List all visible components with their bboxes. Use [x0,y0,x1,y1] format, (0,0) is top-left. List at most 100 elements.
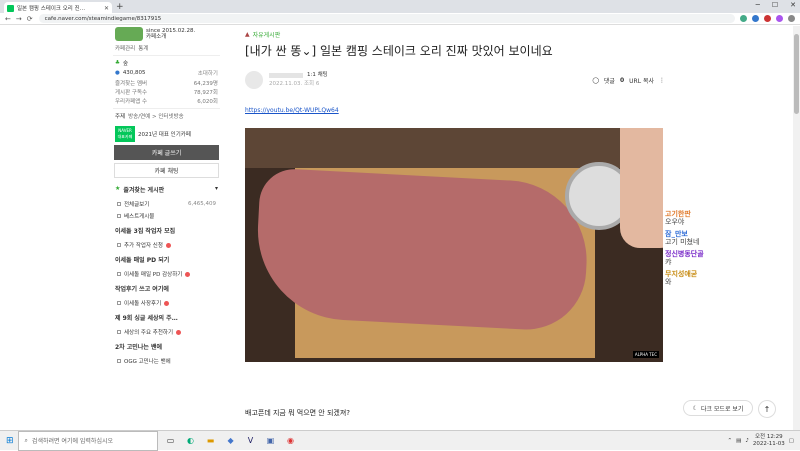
post-actions: ◯ 댓글 0 URL 복사 ⋮ [592,76,665,85]
board-label: 이세돌 사장후기 [124,301,162,307]
board-label: OGG 고민나는 밴에 [124,359,171,365]
minimize-icon[interactable]: ─ [756,1,760,9]
maximize-icon[interactable]: ☐ [772,1,778,9]
chat-message: 캬 [665,258,672,266]
rank-row: ♣ 숲 [113,59,220,67]
board-item[interactable]: 이세돌 매일 PD 감상하기 [113,268,220,280]
board-item[interactable]: 전체글보기 6,465,409 [113,198,220,210]
steak-image [253,167,591,333]
comment-label[interactable]: 댓글 [604,76,615,85]
author-name[interactable] [269,73,303,78]
chat-link[interactable]: 1:1 채팅 [307,71,328,80]
app-icon[interactable]: ▣ [264,434,278,448]
avatar[interactable] [245,71,263,89]
taskbar: ⊞ ⌕ 검색하려면 여기에 입력하십시오 ▭ ◐ ▬ ◆ V ▣ ◉ ⌃ ▤ ♪… [0,430,800,451]
comment-count: 0 [619,76,625,84]
extension-icon[interactable] [740,15,747,22]
back-icon[interactable]: ← [5,15,11,23]
board-count: 6,465,409 [188,201,216,207]
tray-up-icon[interactable]: ⌃ [728,438,733,444]
cafe-manage-link[interactable]: 카페관리 [115,44,135,52]
cafe-sidebar: since 2015.02.28. 카페소개 카페관리 통계 ♣ 숲 ● 430… [113,26,220,430]
board-section-title: 이세돌 매일 PD 되기 [115,257,170,264]
board-label: 추가 작업자 신청 [124,243,163,249]
manage-row: 카페관리 통계 [113,44,220,52]
youtube-link[interactable]: https://youtu.be/Qt-WUPLQw64 [245,107,665,114]
board-item[interactable]: 추가 작업자 신청 [113,239,220,251]
profile-icon[interactable] [788,15,795,22]
forward-icon[interactable]: → [16,15,22,23]
badge-text: 2021년 대표 인기카페 [138,132,191,138]
vscode-icon[interactable]: V [244,434,258,448]
taskbar-search-box[interactable]: ⌕ 검색하려면 여기에 입력하십시오 [17,430,158,451]
extension-icon[interactable] [764,15,771,22]
stat-row: 게시판 구독수 78,927회 [113,88,220,96]
arrow-up-icon: ↑ [763,404,771,414]
board-label: 이세돌 매일 PD 감상하기 [124,272,183,278]
board-label: 세상의 주요 추천하기 [124,330,174,336]
board-item[interactable]: 이세돌 사장후기 [113,297,220,309]
board-item[interactable]: OGG 고민나는 밴에 [113,355,220,367]
scrollbar-thumb[interactable] [794,34,799,114]
badge-row: NAVER 대표카페 2021년 대표 인기카페 [113,126,220,142]
invite-link[interactable]: 초대하기 [198,69,218,77]
extension-icons [740,15,795,22]
clock[interactable]: 오전 12:29 2022-11-03 [753,434,785,448]
extension-icon[interactable] [752,15,759,22]
hand-image [620,128,663,248]
write-post-button[interactable]: 카페 글쓰기 [114,145,219,160]
close-tab-icon[interactable]: ✕ [104,5,109,12]
topic-value[interactable]: 방송/연예 > 인터넷방송 [128,112,184,120]
board-item[interactable]: 세상의 주요 추천하기 [113,326,220,338]
extension-icon[interactable] [776,15,783,22]
naver-badge: NAVER 대표카페 [115,126,135,142]
clock-date: 2022-11-03 [752,440,785,447]
fav-boards-header[interactable]: ★ 즐겨찾는 게시판 ▾ [113,181,220,198]
cafe-header: since 2015.02.28. 카페소개 [113,26,220,42]
members-row: ● 430,805 초대하기 [113,69,220,77]
new-badge-icon [164,300,170,306]
chevron-down-icon: ▾ [214,185,218,192]
divider [113,55,220,56]
chat-username: 잠_만보 [665,230,688,238]
volume-icon[interactable]: ♪ [745,438,749,444]
board-item[interactable]: 베스트게시물 [113,210,220,222]
scrollbar[interactable] [793,26,800,430]
notification-icon[interactable]: ▢ [789,438,794,444]
cafe-chat-button[interactable]: 카페 채팅 [114,163,219,178]
more-icon[interactable]: ⋮ [659,77,665,84]
app-icon[interactable]: ◆ [224,434,238,448]
url-field[interactable]: cafe.naver.com/steamindiegame/8317915 [38,14,735,23]
board-label: 전체글보기 [124,202,150,208]
browser-chrome: 일본 캠핑 스테이크 오리 진… ✕ + ─ ☐ ✕ ← → ⟳ cafe.na… [0,0,800,25]
star-icon: ★ [115,185,121,192]
cafe-logo [115,27,143,41]
new-tab-icon[interactable]: + [116,2,124,12]
chat-username: 무지성애굳 [665,270,698,278]
video-player[interactable]: ALPHA TEC [245,128,663,362]
task-view-icon[interactable]: ▭ [164,434,178,448]
edge-icon[interactable]: ◐ [184,434,198,448]
stat-row: 즐겨찾는 멤버 64,239명 [113,79,220,87]
post-category[interactable]: 자유게시판 [253,30,281,39]
comment-icon: ◯ [592,76,599,84]
chrome-icon[interactable]: ◉ [284,434,298,448]
network-icon[interactable]: ▤ [736,438,741,444]
chat-message: 오우야 [665,218,685,226]
url-copy-button[interactable]: URL 복사 [629,76,654,85]
member-count[interactable]: 430,805 [123,70,146,76]
rank-label: 숲 [122,61,128,67]
reload-icon[interactable]: ⟳ [27,15,33,23]
scroll-top-button[interactable]: ↑ [758,400,776,418]
stat-label: 게시판 구독수 [115,90,148,96]
board-section-title: 이세돌 3집 작업자 모집 [115,228,176,235]
windows-start-icon[interactable]: ⊞ [6,436,14,446]
search-placeholder: 검색하려면 여기에 입력하십시오 [31,438,114,445]
file-explorer-icon[interactable]: ▬ [204,434,218,448]
stat-row: 우리카페앱 수 6,020회 [113,97,220,105]
dark-mode-button[interactable]: ☾ 다크 모드로 보기 [683,400,753,416]
category-row: ▲ 자유게시판 [245,30,665,39]
stats-link[interactable]: 통계 [138,44,148,52]
close-window-icon[interactable]: ✕ [790,1,796,9]
cafe-intro-link[interactable]: 카페소개 [146,34,195,40]
